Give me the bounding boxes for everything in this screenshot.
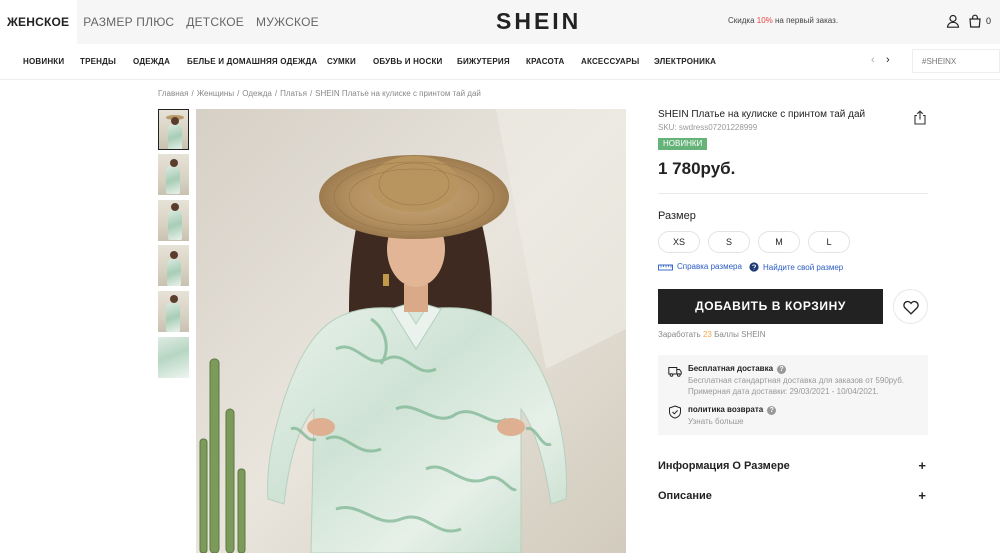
thumbnail-1[interactable] [158,109,189,150]
nav-new[interactable]: НОВИНКИ [23,57,64,66]
size-option-s[interactable]: S [708,231,750,253]
question-icon[interactable]: ? [767,406,777,415]
earn-points-value: 23 [702,330,712,339]
size-info-accordion[interactable]: Информация О Размере + [658,458,928,476]
earn-suffix: Баллы SHEIN [711,330,766,339]
search-input[interactable] [912,49,1000,73]
delivery-date: Примерная дата доставки: 29/03/2021 - 10… [688,387,879,396]
nav-jewelry[interactable]: БИЖУТЕРИЯ [457,57,510,66]
learn-more-link[interactable]: Узнать больше [688,417,744,426]
size-label: Размер [658,210,696,222]
thumbnail-head [170,251,178,259]
thumbnail-4[interactable] [158,245,189,286]
bag-icon[interactable] [968,14,982,28]
size-option-xs[interactable]: XS [658,231,700,253]
size-info-label: Информация О Размере [658,460,790,472]
user-icon[interactable] [946,14,960,28]
tab-kids[interactable]: ДЕТСКОЕ [180,0,250,44]
tab-plus-size[interactable]: РАЗМЕР ПЛЮС [77,0,180,44]
plus-icon: + [918,488,926,503]
promo-prefix: Скидка [728,16,757,25]
description-accordion[interactable]: Описание + [658,488,928,506]
share-icon[interactable] [913,110,927,125]
return-policy-title: политика возврата? [688,405,777,415]
thumbnail-head [170,295,178,303]
free-shipping-line-1: Бесплатная стандартная доставка для зака… [688,376,905,385]
breadcrumb-dresses[interactable]: Платья [280,89,307,98]
top-bar: ЖЕНСКОЕ РАЗМЕР ПЛЮС ДЕТСКОЕ МУЖСКОЕ SHEI… [0,0,1000,44]
category-nav: НОВИНКИ ТРЕНДЫ ОДЕЖДА БЕЛЬЕ И ДОМАШНЯЯ О… [0,44,1000,80]
gender-tabs: ЖЕНСКОЕ РАЗМЕР ПЛЮС ДЕТСКОЕ МУЖСКОЕ [0,0,325,44]
breadcrumb: Главная / Женщины / Одежда / Платья / SHEIN Плат… [158,89,481,98]
thumbnail-dress [166,166,180,194]
nav-electronics[interactable]: ЭЛЕКТРОНИКА [654,57,716,66]
thumbnail-image [158,337,189,378]
wishlist-button[interactable] [893,289,928,324]
shield-icon [669,405,681,419]
breadcrumb-women[interactable]: Женщины [197,89,234,98]
divider [658,193,928,194]
shein-logo[interactable]: SHEIN [496,8,581,35]
breadcrumb-home[interactable]: Главная [158,89,188,98]
plus-icon: + [918,458,926,473]
truck-icon [668,367,682,377]
ruler-icon [658,264,673,271]
promo-percent: 10% [756,16,773,25]
size-finder-icon [749,262,759,272]
thumbnail-dress [166,303,180,332]
thumbnail-5[interactable] [158,291,189,332]
new-badge: НОВИНКИ [658,138,708,150]
nav-accessories[interactable]: АКСЕССУАРЫ [581,57,639,66]
nav-trends[interactable]: ТРЕНДЫ [80,57,116,66]
find-size-label: Найдите свой размер [763,263,844,272]
breadcrumb-separator: / [274,89,278,98]
nav-prev-arrow[interactable]: ‹ [871,54,875,66]
model-photo [196,109,626,553]
promo-banner[interactable]: Скидка 10% на первый заказ. [728,16,838,25]
thumbnail-dress [168,210,182,240]
nav-lingerie[interactable]: БЕЛЬЕ И ДОМАШНЯЯ ОДЕЖДА [187,57,317,66]
add-to-cart-button[interactable]: ДОБАВИТЬ В КОРЗИНУ [658,289,883,324]
thumbnail-head [171,117,179,125]
find-size-link[interactable]: Найдите свой размер [749,262,843,272]
product-sku: SKU: swdress07201228999 [658,123,758,132]
free-shipping-label: Бесплатная доставка [688,364,774,373]
product-title: SHEIN Платье на кулиске с принтом тай да… [658,109,866,120]
size-option-m[interactable]: M [758,231,800,253]
earn-prefix: Заработать [658,330,703,339]
question-icon[interactable]: ? [777,365,787,374]
nav-beauty[interactable]: КРАСОТА [526,57,564,66]
shipping-info-box: Бесплатная доставка? Бесплатная стандарт… [658,355,928,435]
nav-bags[interactable]: СУМКИ [327,57,356,66]
size-guide-label: Справка размера [677,262,742,271]
thumbnail-dress [168,124,182,149]
main-product-image[interactable] [196,109,626,553]
product-price: 1 780руб. [658,159,736,178]
breadcrumb-separator: / [191,89,194,98]
thumbnail-3[interactable] [158,200,189,241]
thumbnail-dress [167,259,181,286]
promo-suffix: на первый заказ. [772,16,839,25]
tab-women[interactable]: ЖЕНСКОЕ [0,0,78,44]
nav-clothing[interactable]: ОДЕЖДА [133,57,170,66]
bag-count: 0 [986,16,992,26]
size-guide-link[interactable]: Справка размера [658,262,742,271]
tab-men[interactable]: МУЖСКОЕ [250,0,325,44]
thumbnail-head [171,203,179,211]
size-option-l[interactable]: L [808,231,850,253]
breadcrumb-separator: / [309,89,313,98]
earn-points: Заработать 23 Баллы SHEIN [658,330,766,339]
free-shipping-title: Бесплатная доставка? [688,364,787,374]
breadcrumb-current: SHEIN Платье на кулиске с принтом тай да… [315,89,481,98]
nav-next-arrow[interactable]: › [886,54,890,66]
description-label: Описание [658,490,712,502]
thumbnail-2[interactable] [158,154,189,195]
nav-shoes[interactable]: ОБУВЬ И НОСКИ [373,57,442,66]
return-policy-label: политика возврата [688,405,764,414]
breadcrumb-clothing[interactable]: Одежда [242,89,272,98]
thumbnail-6[interactable] [158,337,189,378]
thumbnail-head [170,159,178,167]
heart-icon [903,300,919,315]
